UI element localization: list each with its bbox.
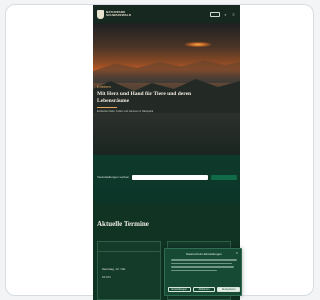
- logo-text: NATURPARK SCHWARZWALD: [106, 10, 132, 18]
- events-title: Aktuelle Termine: [97, 220, 149, 228]
- sunset-glow: [185, 42, 211, 47]
- hero-title: Mit Herz und Hand für Tiere und deren Le…: [97, 91, 192, 104]
- event-time: 10 Uhr: [102, 275, 112, 279]
- cookie-title: Datenschutz-Einstellungen: [186, 252, 222, 256]
- cookie-reject-button[interactable]: Ablehnen: [192, 287, 216, 292]
- hero-subtitle: Entdecke Natur, Kultur und Genuss im Nat…: [97, 110, 154, 113]
- search-input[interactable]: [132, 174, 208, 180]
- logo-line-2: SCHWARZWALD: [106, 13, 132, 17]
- cookie-buttons: Einstellungen Ablehnen Akzeptieren: [168, 287, 241, 292]
- event-card-header: [98, 242, 160, 252]
- event-date: Samstag, 12. Okt.: [102, 267, 127, 271]
- text-line: [171, 262, 232, 264]
- close-icon[interactable]: ×: [236, 251, 238, 255]
- cookie-settings-button[interactable]: Einstellungen: [168, 287, 191, 292]
- hero-image: [93, 23, 240, 155]
- logo-emblem-icon: [97, 9, 104, 19]
- distant-hills: [93, 60, 240, 83]
- search-button[interactable]: [211, 174, 237, 180]
- logo[interactable]: NATURPARK SCHWARZWALD: [97, 9, 132, 19]
- event-card[interactable]: Samstag, 12. Okt. 10 Uhr: [97, 241, 161, 300]
- cookie-description: [171, 259, 237, 273]
- site-header: NATURPARK SCHWARZWALD ⌕ ≡: [93, 5, 240, 23]
- header-actions: ⌕ ≡: [210, 11, 236, 17]
- menu-icon[interactable]: ≡: [231, 12, 236, 17]
- search-label: Veranstaltungen suchen: [97, 175, 130, 179]
- text-line: [171, 266, 235, 268]
- hero-divider: [97, 107, 117, 108]
- cookie-accept-button[interactable]: Akzeptieren: [217, 287, 241, 292]
- cookie-consent-dialog: Datenschutz-Einstellungen × Einstellunge…: [164, 248, 242, 296]
- text-line: [171, 259, 237, 261]
- search-icon[interactable]: ⌕: [223, 12, 228, 17]
- hero-eyebrow: Erleben: [97, 84, 111, 89]
- text-line: [171, 269, 218, 271]
- search-row: Veranstaltungen suchen: [97, 174, 237, 180]
- header-action-button[interactable]: [210, 11, 220, 17]
